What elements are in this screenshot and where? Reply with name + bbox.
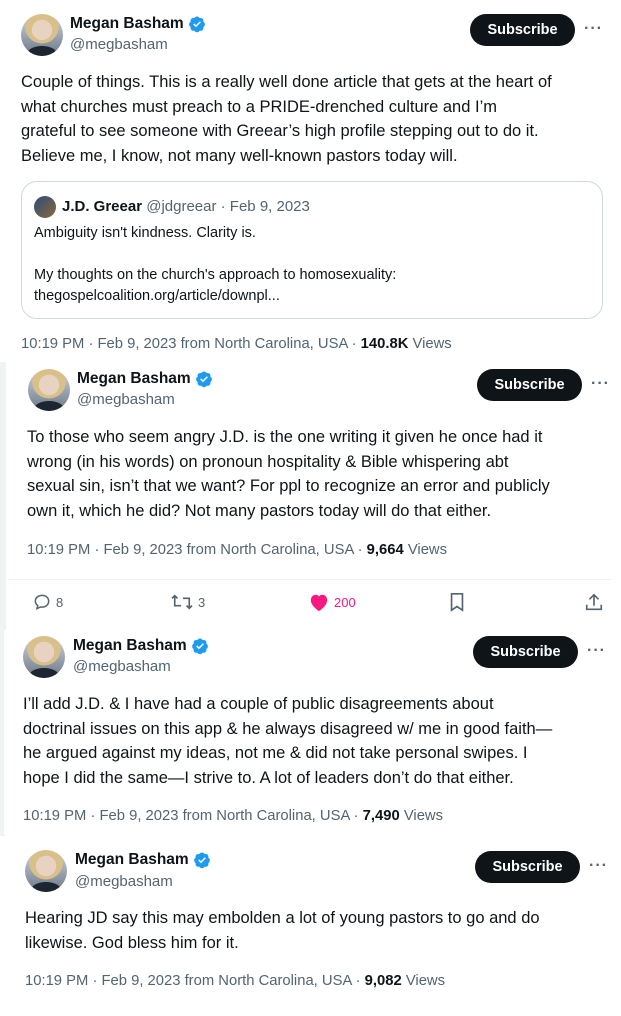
quoted-author-name: J.D. Greear: [62, 198, 143, 215]
timestamp-location[interactable]: 10:19 PM · Feb 9, 2023 from North Caroli…: [25, 973, 365, 989]
tweet-text-line: To those who seem angry J.D. is the one …: [27, 428, 543, 446]
verified-badge-icon: [195, 370, 213, 388]
tweet-text-line: Believe me, I know, not many well-known …: [21, 146, 458, 165]
tweet-meta: 10:19 PM · Feb 9, 2023 from North Caroli…: [23, 808, 443, 824]
bookmark-button[interactable]: [448, 592, 466, 612]
tweet-text-line: likewise. God bless him for it.: [25, 933, 239, 952]
retweet-icon: [171, 594, 193, 610]
heart-filled-icon: [310, 594, 328, 612]
retweet-count: 3: [198, 594, 206, 610]
more-options-icon[interactable]: ···: [589, 857, 608, 875]
author-name[interactable]: Megan Basham: [75, 851, 211, 869]
tweet-text-line: doctrinal issues on this app & he always…: [23, 719, 553, 738]
timestamp-location[interactable]: 10:19 PM · Feb 9, 2023 from North Caroli…: [23, 808, 363, 824]
tweet-text: Hearing JD say this may embolden a lot o…: [25, 906, 605, 955]
quoted-text-line: Ambiguity isn't kindness. Clarity is.: [34, 225, 256, 241]
author-name[interactable]: Megan Basham: [73, 637, 209, 655]
quoted-header: J.D. Greear @jdgreear · Feb 9, 2023: [62, 198, 310, 215]
view-count: 9,082: [364, 973, 402, 989]
divider-edge: [0, 362, 6, 632]
subscribe-button[interactable]: Subscribe: [475, 851, 580, 883]
tweet-text-line: Couple of things. This is a really well …: [21, 73, 552, 91]
author-handle[interactable]: @megbasham: [75, 873, 173, 890]
tweet-text-line: what churches must preach to a PRIDE-dre…: [21, 97, 497, 116]
tweet-meta: 10:19 PM · Feb 9, 2023 from North Caroli…: [27, 542, 447, 558]
avatar[interactable]: [23, 636, 65, 678]
timestamp-location[interactable]: 10:19 PM · Feb 9, 2023 from North Caroli…: [21, 336, 361, 352]
reply-icon: [34, 594, 50, 611]
tweet-text-line: hope I did the same—I strive to. A lot o…: [23, 768, 514, 787]
avatar[interactable]: [21, 14, 63, 56]
tweet-text-line: sexual sin, isn’t that we want? For ppl …: [27, 477, 550, 495]
author-handle[interactable]: @megbasham: [70, 36, 168, 53]
views-label: Views: [408, 336, 452, 352]
subscribe-button[interactable]: Subscribe: [473, 636, 578, 668]
timestamp-location[interactable]: 10:19 PM · Feb 9, 2023 from North Caroli…: [27, 542, 367, 558]
tweet-text-line: Hearing JD say this may embolden a lot o…: [25, 909, 540, 927]
author-name-text: Megan Basham: [75, 851, 189, 868]
tweet-text: I’ll add J.D. & I have had a couple of p…: [23, 692, 608, 790]
tweet-text: Couple of things. This is a really well …: [21, 70, 611, 168]
author-name-text: Megan Basham: [70, 15, 184, 32]
tweet-1[interactable]: Megan Basham @megbasham Subscribe ··· Co…: [0, 0, 621, 362]
like-count: 200: [334, 594, 356, 610]
view-count: 140.8K: [360, 336, 409, 352]
subscribe-button[interactable]: Subscribe: [477, 369, 582, 401]
views-label: Views: [403, 542, 448, 558]
quoted-link[interactable]: thegospelcoalition.org/article/downpl...: [34, 288, 280, 304]
tweet-text-line: grateful to see someone with Greear’s hi…: [21, 122, 539, 140]
more-options-icon[interactable]: ···: [587, 642, 606, 660]
more-options-icon[interactable]: ···: [591, 375, 610, 393]
quoted-tweet[interactable]: J.D. Greear @jdgreear · Feb 9, 2023 Ambi…: [21, 181, 603, 319]
reply-count: 8: [56, 594, 64, 610]
tweet-text-line: own it, which he did? Not many pastors t…: [27, 501, 492, 520]
author-name[interactable]: Megan Basham: [77, 370, 213, 388]
tweet-4[interactable]: Megan Basham @megbasham Subscribe ··· He…: [4, 843, 611, 1013]
bookmark-icon: [450, 593, 464, 612]
verified-badge-icon: [191, 637, 209, 655]
more-options-icon[interactable]: ···: [584, 20, 603, 38]
tweet-text-line: wrong (in his words) on pronoun hospital…: [27, 452, 509, 471]
tweet-3[interactable]: Megan Basham @megbasham Subscribe ··· I’…: [4, 630, 611, 835]
quoted-text-line: My thoughts on the church's approach to …: [34, 267, 397, 283]
verified-badge-icon: [188, 15, 206, 33]
retweet-button[interactable]: 3: [170, 592, 205, 612]
share-icon: [585, 593, 603, 611]
share-button[interactable]: [584, 592, 604, 612]
tweet-meta: 10:19 PM · Feb 9, 2023 from North Caroli…: [21, 336, 452, 352]
avatar[interactable]: [25, 850, 67, 892]
verified-badge-icon: [193, 851, 211, 869]
subscribe-button[interactable]: Subscribe: [470, 14, 575, 46]
author-handle[interactable]: @megbasham: [73, 658, 171, 675]
quoted-avatar: [34, 196, 56, 218]
view-count: 9,664: [366, 542, 404, 558]
action-bar: 8 3 200: [8, 592, 611, 616]
reply-button[interactable]: 8: [32, 592, 63, 612]
views-label: Views: [401, 973, 446, 989]
author-name-text: Megan Basham: [73, 637, 187, 654]
tweet-text: To those who seem angry J.D. is the one …: [27, 425, 607, 523]
tweet-text-line: he argued against my ideas, not me & did…: [23, 744, 528, 762]
tweet-text-line: I’ll add J.D. & I have had a couple of p…: [23, 695, 494, 713]
views-label: Views: [399, 808, 444, 824]
author-name-text: Megan Basham: [77, 370, 191, 387]
avatar[interactable]: [28, 369, 70, 411]
author-name[interactable]: Megan Basham: [70, 15, 206, 33]
author-handle[interactable]: @megbasham: [77, 391, 175, 408]
quoted-handle-date: @jdgreear · Feb 9, 2023: [142, 198, 310, 215]
view-count: 7,490: [362, 808, 400, 824]
divider: [8, 579, 611, 580]
tweet-2[interactable]: Megan Basham @megbasham Subscribe ··· To…: [8, 362, 611, 627]
like-button[interactable]: 200: [308, 592, 356, 612]
tweet-meta: 10:19 PM · Feb 9, 2023 from North Caroli…: [25, 973, 445, 989]
